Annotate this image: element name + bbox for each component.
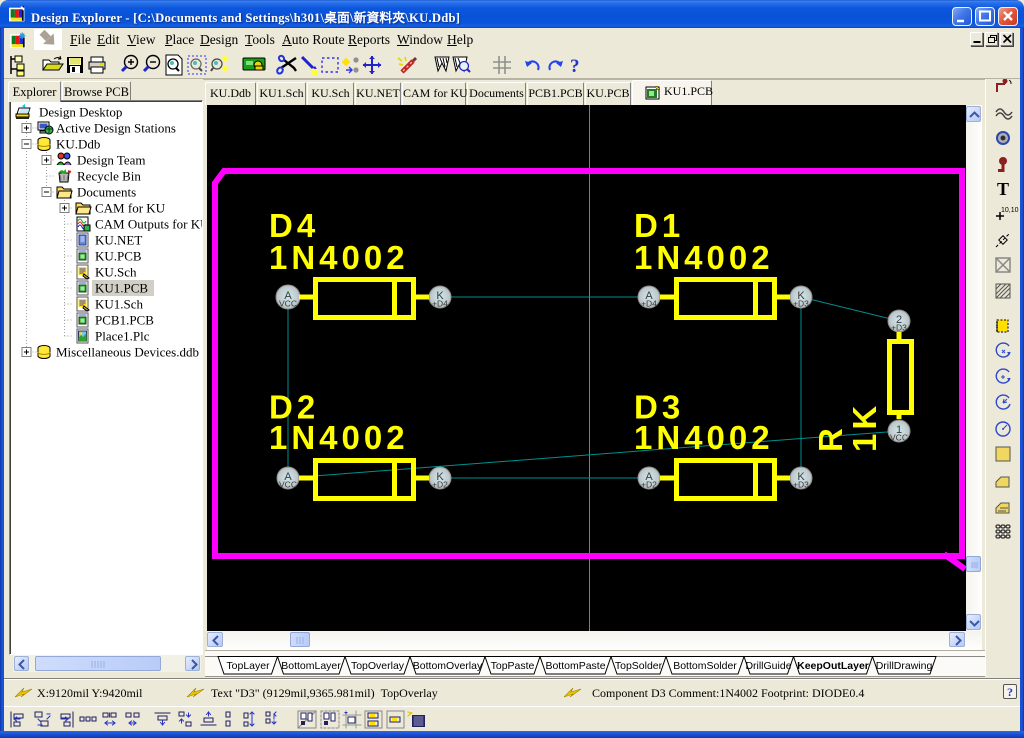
svg-text:BottomLayer: BottomLayer (281, 660, 341, 672)
svg-text:+D4: +D4 (432, 299, 448, 309)
svg-text:+D3: +D3 (793, 480, 809, 490)
svg-text:+D4: +D4 (641, 299, 657, 309)
svg-text:KU1.Sch: KU1.Sch (95, 297, 144, 312)
svg-text:10,10: 10,10 (1001, 207, 1019, 214)
svg-text:KU.Ddb: KU.Ddb (56, 137, 100, 152)
svg-text:BottomOverlay: BottomOverlay (413, 660, 483, 672)
svg-text:R: R (812, 424, 849, 452)
svg-text:BottomPaste: BottomPaste (545, 660, 605, 672)
svg-text:TopPaste: TopPaste (491, 660, 535, 672)
svg-text:PCB1.PCB: PCB1.PCB (95, 313, 154, 328)
svg-text:+D2: +D2 (432, 480, 448, 490)
svg-text:?: ? (570, 56, 580, 77)
svg-text:+D2: +D2 (641, 480, 657, 490)
svg-text:Design Team: Design Team (77, 153, 146, 168)
svg-text:VCC: VCC (890, 433, 908, 443)
svg-text:VCC: VCC (279, 299, 297, 309)
svg-text:CAM Outputs for KU: CAM Outputs for KU (95, 217, 203, 232)
svg-text:1N4002: 1N4002 (634, 419, 774, 456)
svg-text:VCC: VCC (279, 480, 297, 490)
svg-text:KU.NET: KU.NET (95, 233, 142, 248)
svg-text:CAM for KU: CAM for KU (95, 201, 166, 216)
svg-text:Design Desktop: Design Desktop (39, 105, 122, 120)
svg-text:KeepOutLayer: KeepOutLayer (797, 660, 869, 672)
svg-text:Recycle Bin: Recycle Bin (77, 169, 141, 184)
svg-text:KU.Sch: KU.Sch (95, 265, 137, 280)
svg-text:T: T (997, 179, 1009, 199)
svg-text:+D3: +D3 (891, 323, 907, 333)
svg-text:Active Design Stations: Active Design Stations (56, 121, 176, 136)
svg-text:Place1.Plc: Place1.Plc (95, 329, 150, 344)
svg-text:1K: 1K (846, 402, 883, 452)
svg-text:1N4002: 1N4002 (269, 419, 409, 456)
svg-text:Miscellaneous Devices.ddb: Miscellaneous Devices.ddb (56, 345, 199, 360)
svg-text:Documents: Documents (77, 185, 136, 200)
svg-text:DrillDrawing: DrillDrawing (876, 660, 933, 672)
svg-text:BottomSolder: BottomSolder (673, 660, 737, 672)
svg-text:TopOverlay: TopOverlay (351, 660, 405, 672)
svg-text:1N4002: 1N4002 (269, 239, 409, 276)
svg-text:1N4002: 1N4002 (634, 239, 774, 276)
svg-text:TopSolder: TopSolder (615, 660, 663, 672)
svg-text:KU1.PCB: KU1.PCB (95, 281, 148, 296)
svg-text:KU.PCB: KU.PCB (95, 249, 142, 264)
svg-text:DrillGuide: DrillGuide (745, 660, 791, 672)
svg-text:TopLayer: TopLayer (226, 660, 270, 672)
svg-text:+D3: +D3 (793, 299, 809, 309)
